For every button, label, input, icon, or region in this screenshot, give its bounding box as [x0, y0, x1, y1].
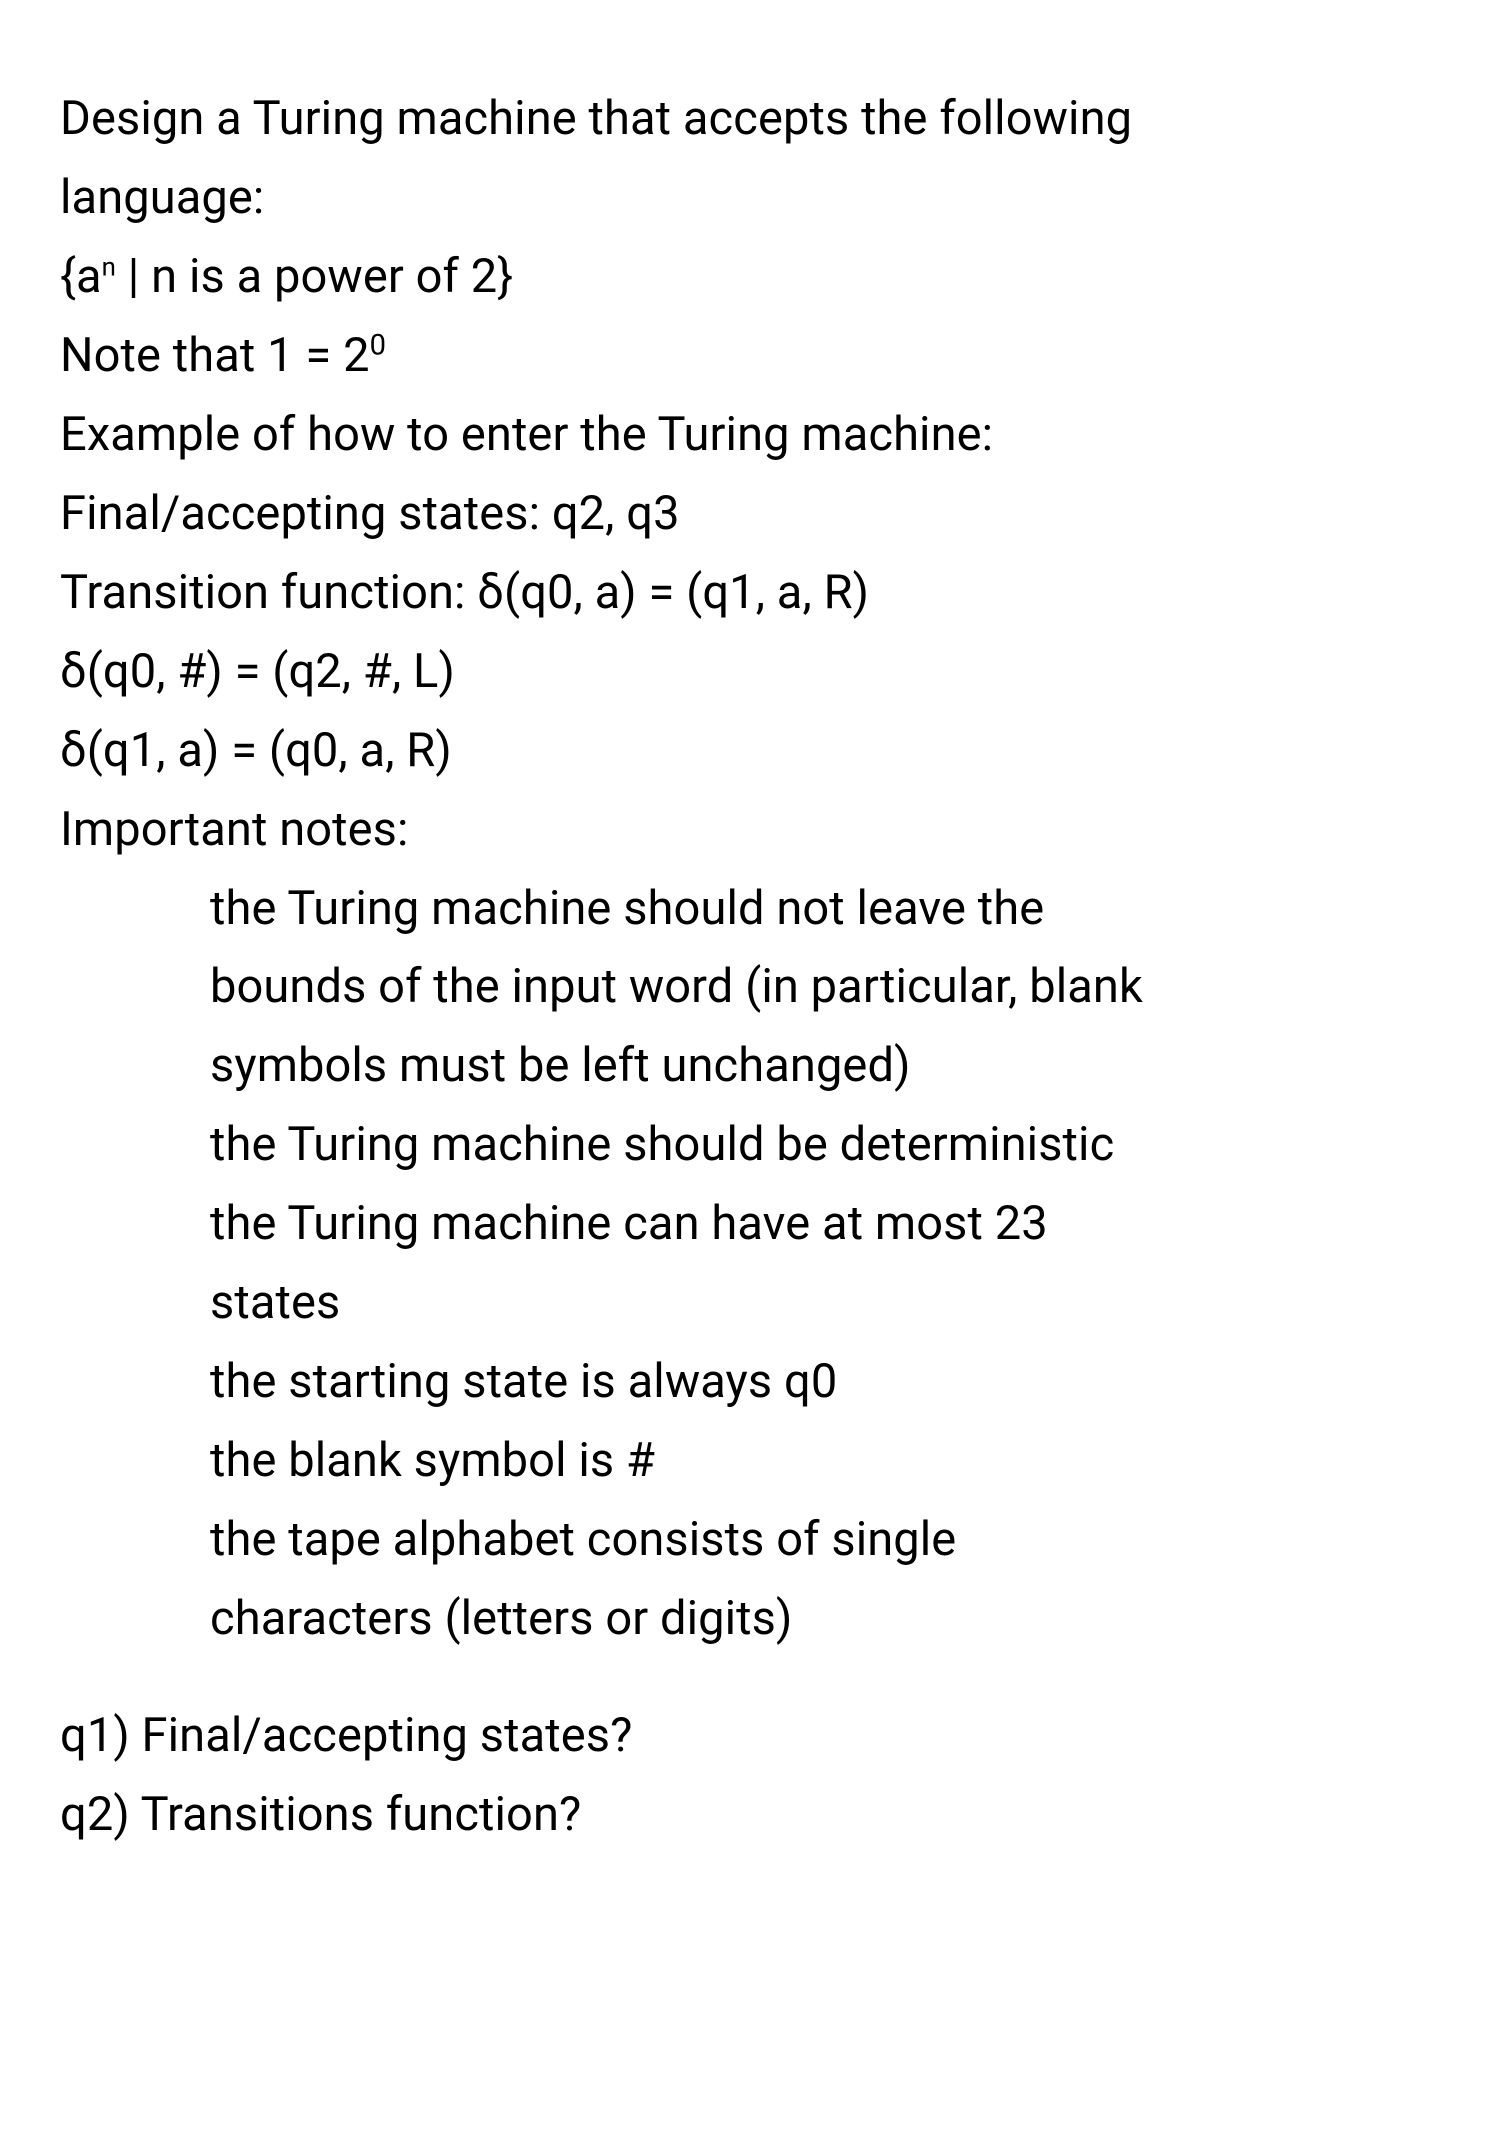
note-alphabet-line-2: characters (letters or digits)	[210, 1580, 1440, 1659]
document-page: Design a Turing machine that accepts the…	[0, 0, 1500, 1935]
note-start-state: the starting state is always q0	[210, 1343, 1440, 1422]
note-deterministic: the Turing machine should be determinist…	[210, 1106, 1440, 1185]
note-states-line-1: the Turing machine can have at most 23	[210, 1185, 1440, 1264]
note-alphabet-line-1: the tape alphabet consists of single	[210, 1501, 1440, 1580]
intro-line-1: Design a Turing machine that accepts the…	[60, 80, 1440, 159]
note-superscript-zero: 0	[370, 328, 386, 362]
spacer	[60, 1659, 1440, 1697]
note-power-zero: Note that 1 = 20	[60, 317, 1440, 396]
example-final-states: Final/accepting states: q2, q3	[60, 475, 1440, 554]
note-states-line-2: states	[210, 1264, 1440, 1343]
note-bounds-line-1: the Turing machine should not leave the	[210, 870, 1440, 949]
important-notes-label: Important notes:	[60, 791, 1440, 870]
example-transition-3: δ(q1, a) = (q0, a, R)	[60, 712, 1440, 791]
question-2: q2) Transitions function?	[60, 1776, 1440, 1855]
notes-list: the Turing machine should not leave the …	[60, 870, 1440, 1660]
example-transition-1: Transition function: δ(q0, a) = (q1, a, …	[60, 554, 1440, 633]
example-transition-2: δ(q0, #) = (q2, #, L)	[60, 633, 1440, 712]
note-bounds-line-3: symbols must be left unchanged)	[210, 1027, 1440, 1106]
lang-open: {a	[60, 249, 102, 304]
language-definition: {an | n is a power of 2}	[60, 238, 1440, 317]
intro-line-2: language:	[60, 159, 1440, 238]
question-1: q1) Final/accepting states?	[60, 1697, 1440, 1776]
note-prefix: Note that 1 = 2	[60, 328, 370, 383]
lang-superscript-n: n	[102, 252, 116, 282]
lang-rest: | n is a power of 2}	[116, 249, 513, 304]
note-blank-symbol: the blank symbol is #	[210, 1422, 1440, 1501]
example-intro: Example of how to enter the Turing machi…	[60, 396, 1440, 475]
note-bounds-line-2: bounds of the input word (in particular,…	[210, 948, 1440, 1027]
